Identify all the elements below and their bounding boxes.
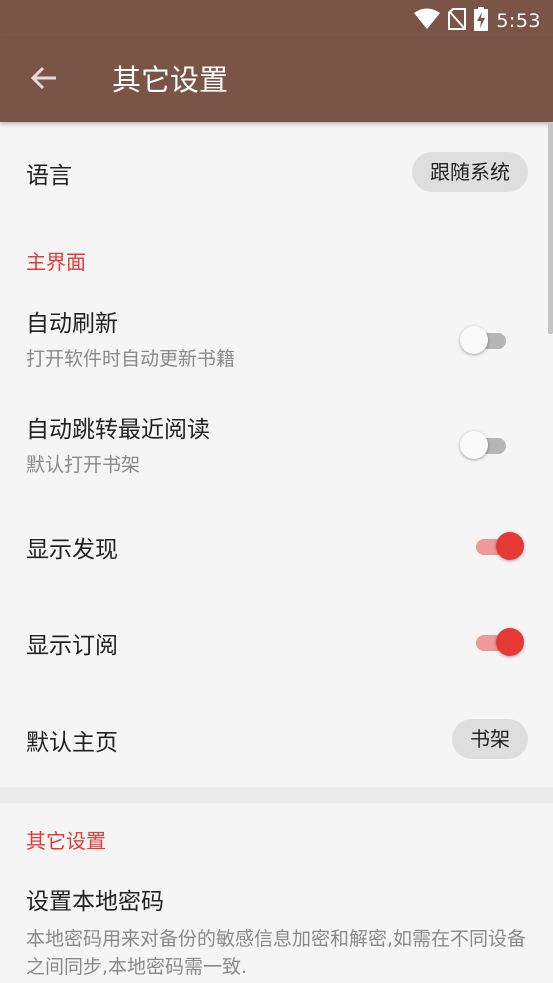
setting-title: 自动跳转最近阅读 (26, 417, 210, 443)
section-header-other: 其它设置 (26, 829, 106, 853)
setting-auto-jump[interactable]: 自动跳转最近阅读 默认打开书架 (0, 396, 553, 496)
status-icons: 5:53 (414, 7, 541, 35)
scrollbar[interactable] (548, 122, 553, 334)
setting-summary: 打开软件时自动更新书籍 (26, 348, 236, 370)
setting-local-password[interactable]: 设置本地密码 本地密码用来对备份的敏感信息加密和解密,如需在不同设备之间同步,本… (0, 870, 553, 983)
status-time: 5:53 (496, 10, 541, 32)
switch-thumb (460, 431, 488, 459)
setting-default-home[interactable]: 默认主页 书架 (0, 692, 553, 784)
auto-jump-switch[interactable] (460, 430, 514, 460)
switch-thumb (496, 532, 524, 560)
page-title: 其它设置 (112, 63, 229, 97)
language-chip[interactable]: 跟随系统 (412, 152, 528, 192)
setting-show-rss[interactable]: 显示订阅 (0, 596, 553, 688)
back-button[interactable] (24, 60, 64, 100)
battery-charging-icon (474, 7, 489, 35)
show-discovery-switch[interactable] (470, 531, 524, 561)
auto-refresh-switch[interactable] (460, 325, 514, 355)
setting-show-discovery[interactable]: 显示发现 (0, 500, 553, 592)
app-bar: 其它设置 (0, 38, 553, 122)
setting-title: 语言 (26, 163, 72, 189)
setting-title: 自动刷新 (26, 311, 118, 337)
no-sim-icon (448, 8, 467, 34)
show-rss-switch[interactable] (470, 627, 524, 657)
setting-title: 默认主页 (26, 730, 118, 756)
arrow-left-icon (30, 64, 58, 96)
setting-auto-refresh[interactable]: 自动刷新 打开软件时自动更新书籍 (0, 290, 553, 390)
settings-list: 语言 跟随系统 主界面 自动刷新 打开软件时自动更新书籍 自动跳转最近阅读 默认… (0, 122, 553, 983)
default-home-chip[interactable]: 书架 (452, 719, 528, 759)
switch-thumb (460, 326, 488, 354)
section-divider (0, 787, 553, 803)
status-bar: 5:53 (0, 0, 553, 38)
setting-summary: 默认打开书架 (26, 454, 141, 476)
setting-summary: 本地密码用来对备份的敏感信息加密和解密,如需在不同设备之间同步,本地密码需一致. (26, 928, 527, 978)
setting-title: 设置本地密码 (26, 889, 164, 915)
setting-language[interactable]: 语言 跟随系统 (0, 122, 553, 222)
setting-title: 显示订阅 (26, 633, 118, 659)
setting-title: 显示发现 (26, 537, 118, 563)
wifi-icon (414, 8, 441, 34)
switch-thumb (496, 628, 524, 656)
section-header-main: 主界面 (26, 250, 86, 274)
